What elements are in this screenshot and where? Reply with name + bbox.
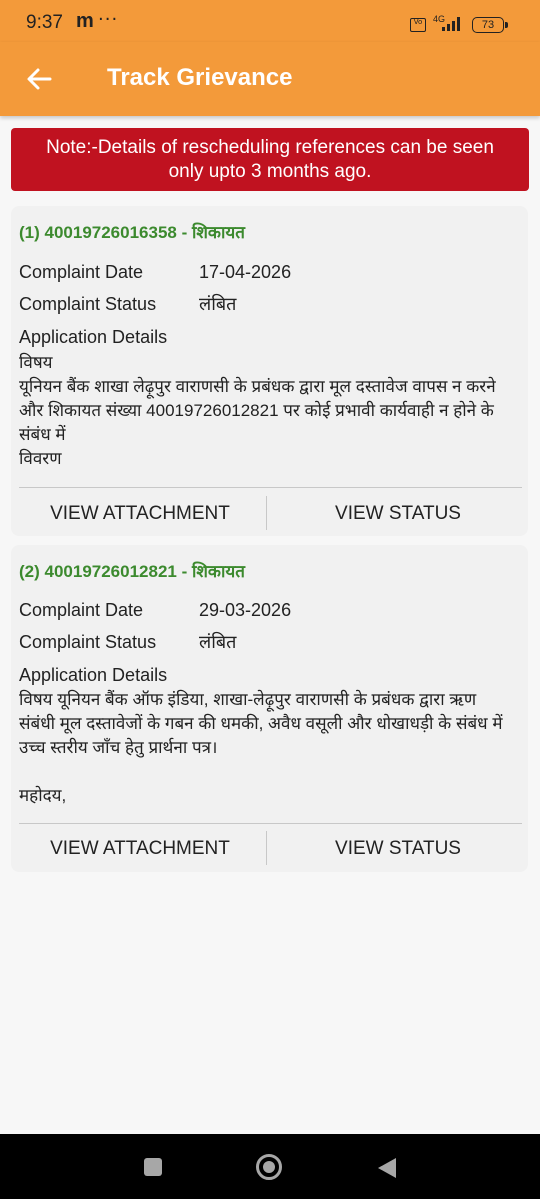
complaint-date-value: 29-03-2026 — [199, 600, 292, 620]
recents-square-icon[interactable] — [144, 1158, 162, 1176]
divider — [19, 487, 522, 488]
grievance-heading: (2) 40019726012821 - शिकायत — [19, 562, 245, 581]
details-line: और शिकायत संख्या 40019726012821 पर कोई प… — [19, 401, 494, 420]
complaint-date-value: 17-04-2026 — [199, 262, 292, 282]
details-line: उच्च स्तरीय जाँच हेतु प्रार्थना पत्र। — [19, 738, 218, 757]
system-nav-bar — [0, 1134, 540, 1199]
signal-icon — [442, 17, 460, 31]
complaint-date-label: Complaint Date — [19, 600, 144, 620]
nav-back-triangle-icon[interactable] — [376, 1156, 398, 1180]
grievance-heading: (1) 40019726016358 - शिकायत — [19, 223, 245, 242]
battery-icon: 73 — [472, 17, 508, 33]
application-details-text: विषय यूनियन बैंक ऑफ इंडिया, शाखा-लेढ़ूपु… — [19, 688, 524, 808]
view-attachment-button[interactable]: VIEW ATTACHMENT — [15, 492, 265, 536]
details-line: विवरण — [19, 449, 62, 468]
button-separator — [266, 496, 267, 530]
details-line — [19, 760, 524, 784]
view-status-button[interactable]: VIEW STATUS — [273, 492, 523, 536]
details-line: विषय यूनियन बैंक ऑफ इंडिया, शाखा-लेढ़ूपु… — [19, 690, 477, 709]
carrier-icon: m — [76, 10, 94, 32]
page-title: Track Grievance — [107, 64, 293, 91]
details-line: यूनियन बैंक शाखा लेढ़ूपुर वाराणसी के प्र… — [19, 377, 496, 396]
more-notifications-icon: ··· — [98, 9, 119, 30]
complaint-status-value: लंबित — [199, 294, 237, 314]
status-bar: 9:37 m ··· Vo 4G 73 — [0, 0, 540, 42]
note-line-1: Note:-Details of rescheduling references… — [46, 136, 494, 158]
button-separator — [266, 831, 267, 865]
application-details-label: Application Details — [19, 327, 168, 347]
note-line-2: only upto 3 months ago. — [168, 160, 372, 182]
details-line: संबंधी मूल दस्तावेजों के गबन की धमकी, अव… — [19, 714, 503, 733]
application-details-label: Application Details — [19, 665, 168, 685]
back-arrow-icon[interactable] — [24, 64, 54, 94]
grievance-card-2: (2) 40019726012821 - शिकायत Complaint Da… — [11, 545, 528, 872]
complaint-status-label: Complaint Status — [19, 294, 157, 314]
details-line: संबंध में — [19, 425, 66, 444]
divider — [19, 823, 522, 824]
home-circle-icon[interactable] — [256, 1154, 282, 1180]
note-banner: Note:-Details of rescheduling references… — [11, 128, 529, 191]
view-status-button[interactable]: VIEW STATUS — [273, 827, 523, 871]
grievance-card-1: (1) 40019726016358 - शिकायत Complaint Da… — [11, 206, 528, 536]
details-line: महोदय, — [19, 786, 67, 805]
complaint-status-label: Complaint Status — [19, 632, 157, 652]
complaint-date-label: Complaint Date — [19, 262, 144, 282]
status-time: 9:37 — [26, 12, 63, 33]
volte-icon: Vo — [410, 18, 426, 32]
view-attachment-button[interactable]: VIEW ATTACHMENT — [15, 827, 265, 871]
application-details-text: विषय यूनियन बैंक शाखा लेढ़ूपुर वाराणसी क… — [19, 351, 524, 471]
details-line: विषय — [19, 353, 53, 372]
app-bar: Track Grievance — [0, 42, 540, 116]
complaint-status-value: लंबित — [199, 632, 237, 652]
